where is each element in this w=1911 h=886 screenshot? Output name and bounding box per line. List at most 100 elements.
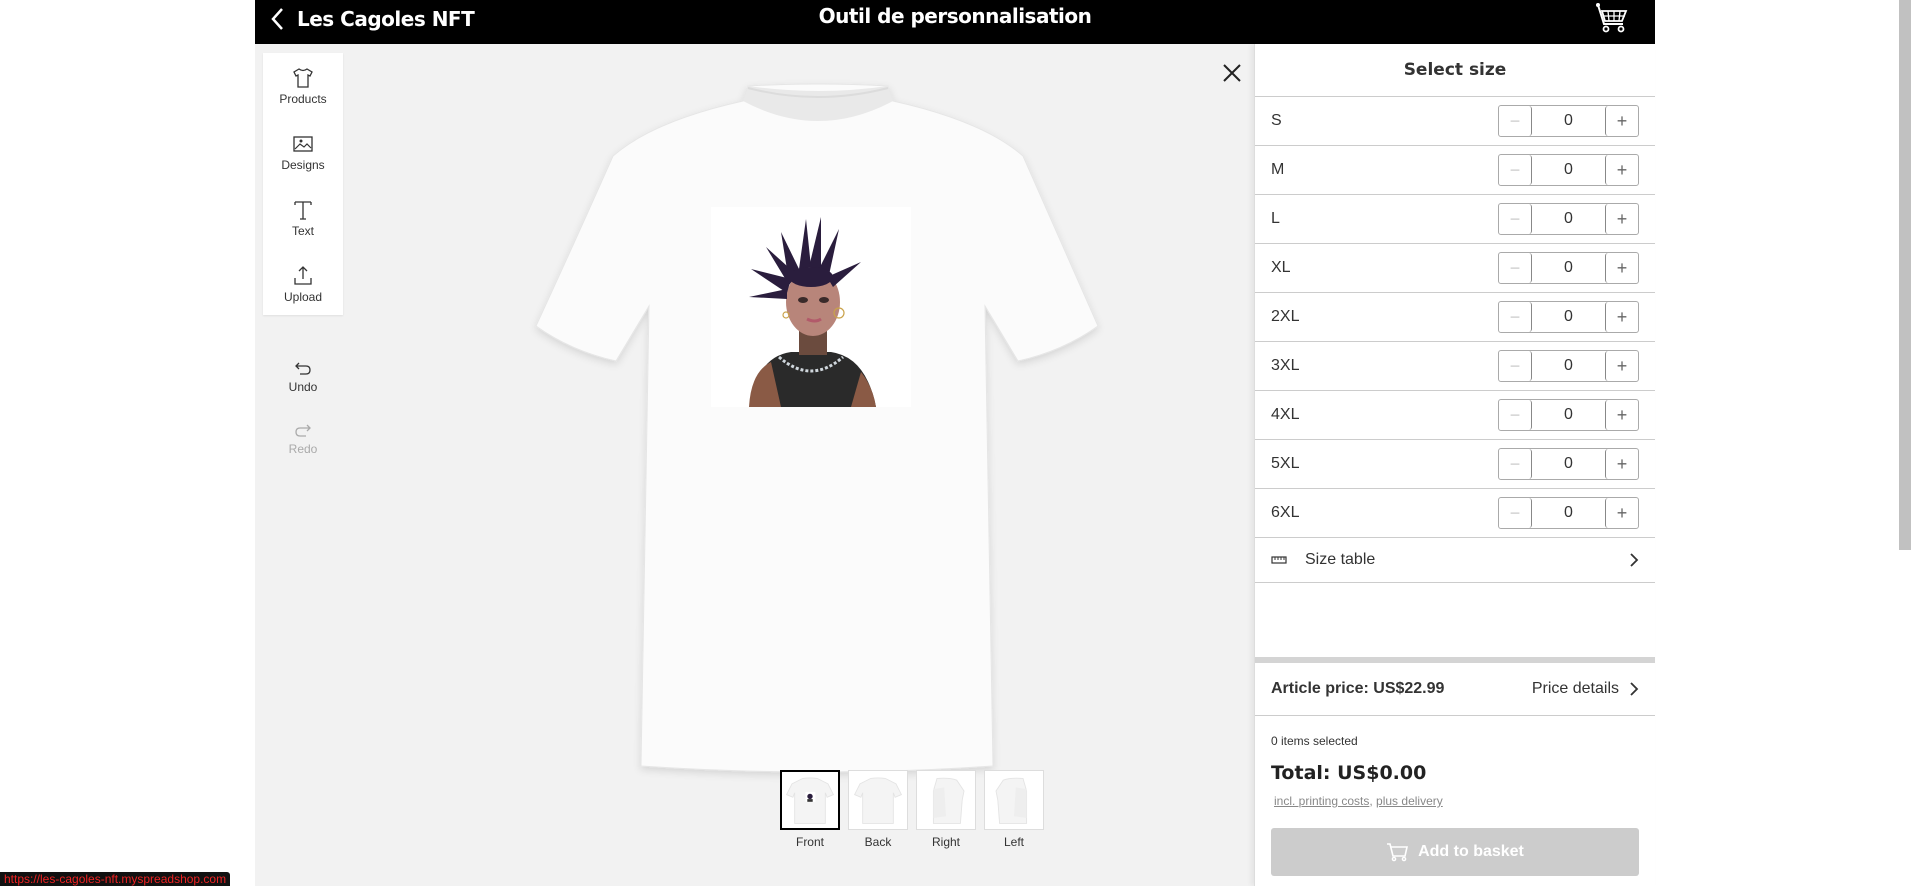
tool-label: Products: [279, 92, 327, 106]
size-label: L: [1271, 210, 1280, 227]
quantity-input[interactable]: [1532, 351, 1605, 381]
printing-costs-link[interactable]: incl. printing costs: [1274, 794, 1369, 808]
undo-button[interactable]: Undo: [263, 345, 343, 407]
view-left[interactable]: Left: [984, 770, 1044, 849]
undo-label: Undo: [288, 380, 318, 394]
increase-quantity-button[interactable]: +: [1605, 449, 1638, 479]
status-bar-url: https://les-cagoles-nft.myspreadshop.com: [0, 872, 231, 886]
price-row: Article price: US$22.99 Price details: [1255, 663, 1655, 716]
price-details-link[interactable]: Price details: [1532, 680, 1639, 698]
size-selection-panel: Select size S−+M−+L−+XL−+2XL−+3XL−+4XL−+…: [1254, 44, 1655, 886]
view-right[interactable]: Right: [916, 770, 976, 849]
size-label: 6XL: [1271, 504, 1300, 521]
decrease-quantity-button[interactable]: −: [1499, 449, 1532, 479]
decrease-quantity-button[interactable]: −: [1499, 155, 1532, 185]
size-row-xl: XL−+: [1255, 244, 1655, 293]
text-icon: [294, 201, 312, 220]
tshirt-front-thumb-icon: [785, 777, 835, 824]
decrease-quantity-button[interactable]: −: [1499, 253, 1532, 283]
character-portrait-image: [711, 207, 911, 407]
add-to-basket-label: Add to basket: [1418, 843, 1524, 860]
quantity-input[interactable]: [1532, 155, 1605, 185]
quantity-input[interactable]: [1532, 400, 1605, 430]
chevron-left-icon: [271, 8, 283, 30]
size-row-6xl: 6XL−+: [1255, 489, 1655, 538]
decrease-quantity-button[interactable]: −: [1499, 498, 1532, 528]
design-artwork[interactable]: [711, 207, 911, 407]
redo-button[interactable]: Redo: [263, 407, 343, 469]
tool-products[interactable]: Products: [263, 53, 343, 119]
view-label: Right: [931, 835, 960, 849]
decrease-quantity-button[interactable]: −: [1499, 106, 1532, 136]
panel-title: Select size: [1255, 44, 1655, 97]
increase-quantity-button[interactable]: +: [1605, 498, 1638, 528]
tool-upload[interactable]: Upload: [263, 251, 343, 317]
tshirt-product-image: [535, 83, 1099, 773]
size-label: 4XL: [1271, 406, 1300, 423]
customizer-app: Les Cagoles NFT Outil de personnalisatio…: [255, 0, 1655, 886]
quantity-input[interactable]: [1532, 449, 1605, 479]
quantity-input[interactable]: [1532, 498, 1605, 528]
increase-quantity-button[interactable]: +: [1605, 155, 1638, 185]
redo-label: Redo: [288, 442, 318, 456]
increase-quantity-button[interactable]: +: [1605, 351, 1638, 381]
cart-button[interactable]: [1595, 2, 1629, 34]
increase-quantity-button[interactable]: +: [1605, 204, 1638, 234]
scrollbar-thumb[interactable]: [1899, 0, 1911, 550]
size-row-l: L−+: [1255, 195, 1655, 244]
add-to-basket-button[interactable]: Add to basket: [1271, 828, 1639, 876]
quantity-stepper: −+: [1498, 399, 1639, 431]
size-table-link[interactable]: Size table: [1255, 538, 1655, 583]
increase-quantity-button[interactable]: +: [1605, 400, 1638, 430]
quantity-input[interactable]: [1532, 253, 1605, 283]
tools-toolbar: Products Designs Text Upload: [263, 53, 343, 315]
page-scrollbar[interactable]: [1899, 0, 1911, 886]
back-to-shop-link[interactable]: Les Cagoles NFT: [269, 6, 475, 32]
increase-quantity-button[interactable]: +: [1605, 253, 1638, 283]
redo-icon: [295, 424, 311, 437]
quantity-stepper: −+: [1498, 497, 1639, 529]
tool-designs[interactable]: Designs: [263, 119, 343, 185]
view-back[interactable]: Back: [848, 770, 908, 849]
design-canvas[interactable]: Front Back Right Left: [355, 44, 1253, 886]
history-controls: Undo Redo: [263, 345, 343, 469]
price-details-label: Price details: [1531, 680, 1619, 697]
quantity-stepper: −+: [1498, 350, 1639, 382]
decrease-quantity-button[interactable]: −: [1499, 351, 1532, 381]
increase-quantity-button[interactable]: +: [1605, 106, 1638, 136]
tshirt-back-thumb-icon: [853, 777, 903, 824]
order-summary: Article price: US$22.99 Price details 0 …: [1255, 657, 1655, 886]
tool-text[interactable]: Text: [263, 185, 343, 251]
view-label: Back: [864, 835, 892, 849]
chevron-right-icon: [1630, 553, 1639, 567]
quantity-stepper: −+: [1498, 105, 1639, 137]
quantity-stepper: −+: [1498, 252, 1639, 284]
top-bar: Les Cagoles NFT Outil de personnalisatio…: [255, 0, 1655, 44]
size-row-s: S−+: [1255, 97, 1655, 146]
view-front[interactable]: Front: [780, 770, 840, 849]
tool-label: Upload: [283, 290, 323, 304]
shop-name: Les Cagoles NFT: [297, 7, 475, 31]
view-label: Front: [795, 835, 824, 849]
cart-icon: [1387, 843, 1409, 862]
view-thumbnail: [984, 770, 1044, 830]
close-icon[interactable]: [1221, 62, 1243, 84]
size-row-3xl: 3XL−+: [1255, 342, 1655, 391]
quantity-stepper: −+: [1498, 203, 1639, 235]
upload-icon: [294, 266, 312, 285]
increase-quantity-button[interactable]: +: [1605, 302, 1638, 332]
items-selected-count: 0 items selected: [1271, 734, 1358, 748]
undo-icon: [295, 362, 311, 375]
delivery-link[interactable]: plus delivery: [1376, 794, 1443, 808]
decrease-quantity-button[interactable]: −: [1499, 302, 1532, 332]
quantity-input[interactable]: [1532, 106, 1605, 136]
size-label: M: [1271, 161, 1285, 178]
size-table-label: Size table: [1305, 551, 1376, 568]
decrease-quantity-button[interactable]: −: [1499, 204, 1532, 234]
quantity-input[interactable]: [1532, 302, 1605, 332]
chevron-right-icon: [1630, 682, 1639, 696]
decrease-quantity-button[interactable]: −: [1499, 400, 1532, 430]
quantity-input[interactable]: [1532, 204, 1605, 234]
price-notes: incl. printing costs, plus delivery: [1274, 794, 1636, 808]
size-label: XL: [1271, 259, 1291, 276]
